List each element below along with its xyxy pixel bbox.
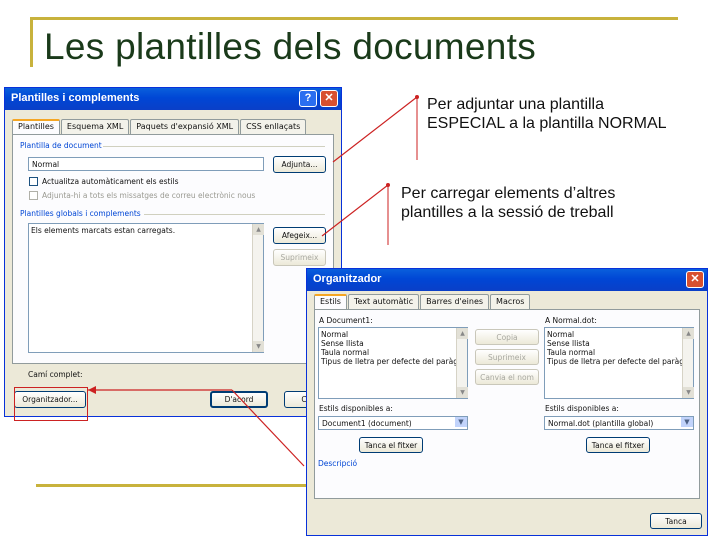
right-list-label: A Normal.dot: [545, 316, 597, 325]
left-available-label: Estils disponibles a: [319, 404, 393, 413]
delete-button[interactable]: Suprimeix [475, 349, 539, 365]
tab-templates[interactable]: Plantilles [12, 119, 60, 134]
chevron-down-icon[interactable]: ▼ [681, 417, 693, 427]
list-item[interactable]: Taula normal [319, 348, 467, 357]
checked-items-note: Els elements marcats estan carregats. [31, 226, 176, 235]
tab-linked-css[interactable]: CSS enllaçats [240, 119, 307, 134]
title-rule-top [33, 17, 678, 20]
group-divider [144, 214, 325, 215]
rename-button[interactable]: Canvia el nom [475, 369, 539, 385]
copy-button[interactable]: Copia [475, 329, 539, 345]
list-item[interactable]: Tipus de lletra per defecte del paràgr [319, 357, 467, 366]
footer-rule [36, 484, 306, 487]
arrow-dot [386, 183, 390, 187]
attach-all-label: Adjunta-hi a tots els missatges de corre… [42, 191, 256, 200]
annotation-organizer: Per carregar elements d’altres plantille… [401, 185, 616, 221]
list-scrollbar[interactable]: ▲ ▼ [456, 328, 468, 398]
slide-title: Les plantilles dels documents [44, 26, 537, 67]
list-item[interactable]: Tipus de lletra per defecte del paràgr [545, 357, 693, 366]
scroll-down-icon[interactable]: ▼ [253, 341, 264, 352]
templates-dialog: Plantilles i complements ? ✕ Plantilles … [4, 87, 342, 417]
right-available-label: Estils disponibles a: [545, 404, 619, 413]
list-item[interactable]: Sense llista [545, 339, 693, 348]
close-icon[interactable]: ✕ [320, 90, 338, 107]
doc-template-field[interactable]: Normal [28, 157, 264, 171]
tab-styles[interactable]: Estils [314, 294, 347, 309]
tab-toolbars[interactable]: Barres d'eines [420, 294, 490, 309]
list-item[interactable]: Normal [319, 330, 467, 339]
group-divider [103, 146, 325, 147]
global-templates-list[interactable]: Els elements marcats estan carregats. ▲ … [28, 223, 264, 353]
global-templates-group-label: Plantilles globals i complements [20, 209, 141, 218]
left-available-select[interactable]: Document1 (document) [318, 416, 468, 430]
add-button[interactable]: Afegeix... [273, 227, 326, 244]
templates-dialog-titlebar[interactable]: Plantilles i complements ? ✕ [5, 88, 341, 110]
organizer-dialog: Organitzador ✕ Estils Text automàtic Bar… [306, 268, 708, 536]
tab-autotext[interactable]: Text automàtic [347, 294, 420, 309]
scroll-up-icon[interactable]: ▲ [683, 328, 694, 339]
description-label: Descripció [318, 459, 358, 468]
list-item[interactable]: Normal [545, 330, 693, 339]
list-item[interactable]: Taula normal [545, 348, 693, 357]
annotation-attach: Per adjuntar una plantilla ESPECIAL a la… [427, 96, 667, 132]
tab-macros[interactable]: Macros [490, 294, 531, 309]
left-close-file-button[interactable]: Tanca el fitxer [359, 437, 423, 453]
close-button[interactable]: Tanca [650, 513, 702, 529]
arrow-dot [415, 95, 419, 99]
right-close-file-button[interactable]: Tanca el fitxer [586, 437, 650, 453]
title-rule-left [30, 17, 33, 67]
organizer-highlight-box [14, 387, 88, 421]
auto-update-checkbox[interactable] [29, 177, 38, 186]
list-scrollbar[interactable]: ▲ ▼ [682, 328, 694, 398]
right-styles-list[interactable]: Normal Sense llista Taula normal Tipus d… [544, 327, 694, 399]
organizer-dialog-title: Organitzador [313, 273, 382, 285]
auto-update-label: Actualitza automàticament els estils [42, 177, 179, 186]
list-item[interactable]: Sense llista [319, 339, 467, 348]
scroll-down-icon[interactable]: ▼ [457, 387, 468, 398]
help-icon[interactable]: ? [299, 90, 317, 107]
scroll-up-icon[interactable]: ▲ [253, 224, 264, 235]
remove-button[interactable]: Suprimeix [273, 249, 326, 266]
left-styles-list[interactable]: Normal Sense llista Taula normal Tipus d… [318, 327, 468, 399]
arrow-line-attach [332, 96, 418, 163]
attach-all-checkbox[interactable] [29, 191, 38, 200]
templates-dialog-title: Plantilles i complements [11, 92, 140, 104]
doc-template-group-label: Plantilla de document [20, 141, 102, 150]
full-path-label: Camí complet: [28, 370, 83, 379]
right-available-select[interactable]: Normal.dot (plantilla global) [544, 416, 694, 430]
attach-button[interactable]: Adjunta... [273, 156, 326, 173]
scroll-down-icon[interactable]: ▼ [683, 387, 694, 398]
tab-xml-expansion-packs[interactable]: Paquets d'expansió XML [130, 119, 240, 134]
close-icon[interactable]: ✕ [686, 271, 704, 288]
scroll-up-icon[interactable]: ▲ [457, 328, 468, 339]
tab-xml-schema[interactable]: Esquema XML [60, 119, 130, 134]
organizer-dialog-titlebar[interactable]: Organitzador ✕ [307, 269, 707, 291]
chevron-down-icon[interactable]: ▼ [455, 417, 467, 427]
list-scrollbar[interactable]: ▲ ▼ [252, 224, 264, 352]
ok-button[interactable]: D'acord [210, 391, 268, 408]
left-list-label: A Document1: [319, 316, 373, 325]
